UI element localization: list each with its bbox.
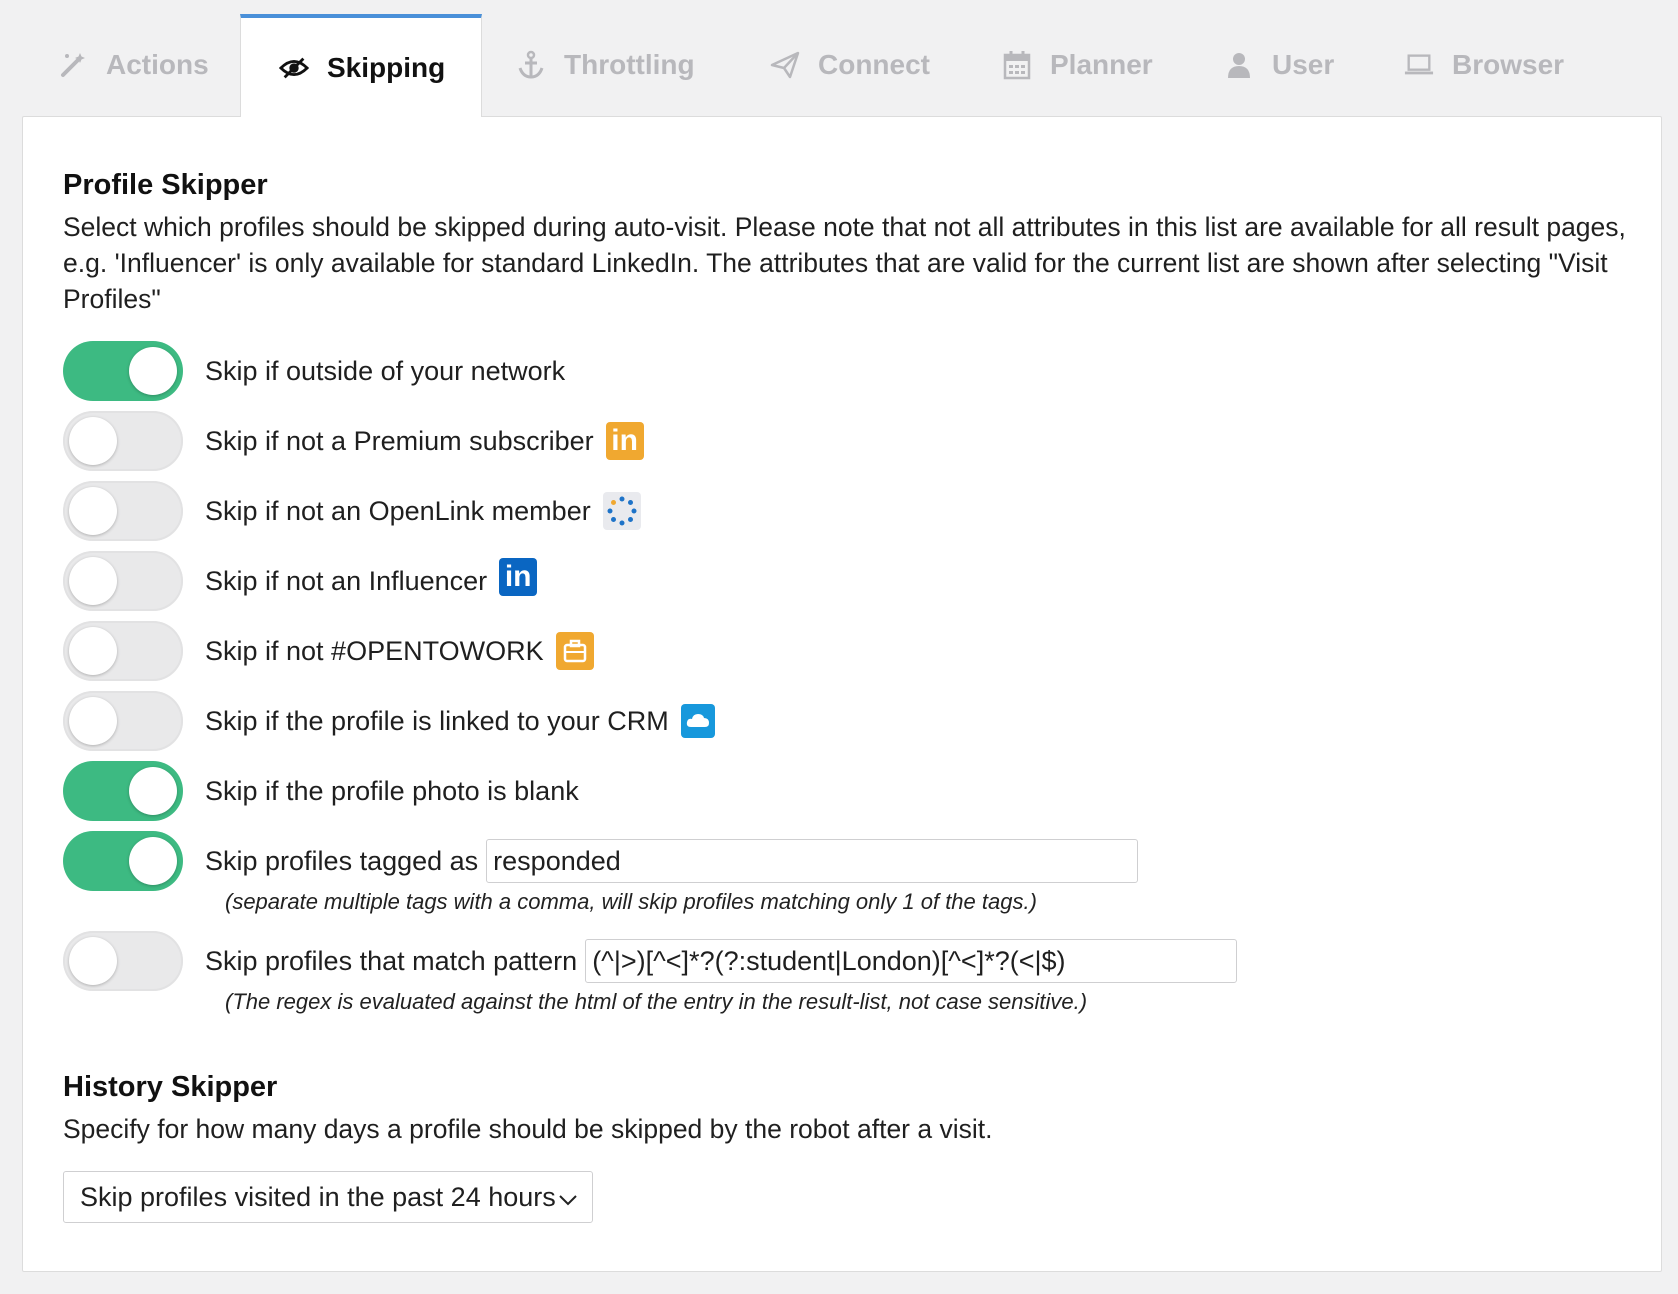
- toggle-knob: [69, 627, 117, 675]
- skip-not-premium-row: Skip if not a Premium subscriber in: [63, 411, 644, 471]
- skip-blank-photo-toggle[interactable]: [63, 761, 183, 821]
- history-skipper-description: Specify for how many days a profile shou…: [63, 1114, 993, 1144]
- tab-label: Connect: [818, 49, 930, 80]
- option-label: Skip if outside of your network: [205, 355, 566, 386]
- profile-skipper-description: Select which profiles should be skipped …: [63, 212, 1626, 314]
- tab-label: Browser: [1452, 49, 1565, 80]
- skip-not-opentowork-row: Skip if not #OPENTOWORK: [63, 621, 594, 681]
- skip-linked-crm-row: Skip if the profile is linked to your CR…: [63, 691, 715, 751]
- option-label: Skip profiles that match pattern: [205, 945, 578, 976]
- skip-tags-hint: (separate multiple tags with a comma, wi…: [225, 889, 1037, 914]
- toggle-knob: [69, 697, 117, 745]
- skip-not-influencer-toggle[interactable]: [63, 551, 183, 611]
- skip-pattern-hint: (The regex is evaluated against the html…: [225, 989, 1088, 1014]
- option-label: Skip if not a Premium subscriber: [205, 425, 594, 456]
- tab-label: Skipping: [327, 51, 446, 83]
- linkedin-influencer-icon: in: [499, 558, 538, 596]
- tab-label: Planner: [1050, 49, 1153, 80]
- option-label: Skip if not an OpenLink member: [205, 495, 591, 526]
- option-label: Skip if not #OPENTOWORK: [205, 635, 544, 666]
- skip-not-influencer-row: Skip if not an Influencer in: [63, 551, 538, 611]
- magic-wand-icon: [58, 50, 88, 80]
- toggle-knob: [129, 347, 177, 395]
- tab-planner[interactable]: Planner: [1002, 14, 1153, 116]
- tab-skipping[interactable]: Skipping: [240, 14, 483, 117]
- option-label: Skip if the profile photo is blank: [205, 775, 579, 806]
- tab-bar: Actions Skipping Throttling Connect Plan…: [0, 0, 1678, 117]
- opentowork-icon: [555, 632, 594, 670]
- tab-user[interactable]: User: [1224, 14, 1334, 116]
- skipping-panel: Profile Skipper Select which profiles sh…: [22, 116, 1662, 1272]
- skip-tagged-toggle[interactable]: [63, 831, 183, 891]
- toggle-knob: [129, 837, 177, 885]
- toggle-knob: [69, 937, 117, 985]
- premium-badge-text: in: [611, 424, 638, 457]
- skip-outside-network-toggle[interactable]: [63, 341, 183, 401]
- calendar-icon: [1002, 50, 1032, 80]
- chevron-down-icon: [558, 1182, 578, 1213]
- anchor-icon: [516, 50, 546, 80]
- skip-not-openlink-row: Skip if not an OpenLink member: [63, 481, 641, 541]
- option-label: Skip if not an Influencer: [205, 565, 488, 596]
- skip-not-opentowork-toggle[interactable]: [63, 621, 183, 681]
- eye-slash-icon: [279, 53, 309, 83]
- history-skip-select[interactable]: Skip profiles visited in the past 24 hou…: [63, 1171, 593, 1223]
- skip-pattern-row: Skip profiles that match pattern: [63, 931, 1238, 991]
- laptop-icon: [1404, 50, 1434, 80]
- skip-tagged-row: Skip profiles tagged as: [63, 831, 1139, 891]
- option-label: Skip if the profile is linked to your CR…: [205, 705, 669, 736]
- option-label: Skip profiles tagged as: [205, 845, 479, 876]
- tab-connect[interactable]: Connect: [770, 14, 930, 116]
- profile-skipper-title: Profile Skipper: [63, 169, 268, 201]
- history-skip-selected: Skip profiles visited in the past 24 hou…: [80, 1181, 556, 1212]
- toggle-knob: [69, 487, 117, 535]
- skip-pattern-input[interactable]: [585, 939, 1238, 983]
- paper-plane-icon: [770, 50, 800, 80]
- history-skipper-title: History Skipper: [63, 1071, 278, 1103]
- skip-blank-photo-row: Skip if the profile photo is blank: [63, 761, 579, 821]
- tab-label: User: [1272, 49, 1335, 80]
- premium-linkedin-icon: in: [605, 422, 644, 460]
- skip-linked-crm-toggle[interactable]: [63, 691, 183, 751]
- skip-outside-network-row: Skip if outside of your network: [63, 341, 565, 401]
- tab-label: Actions: [106, 49, 209, 80]
- skip-not-premium-toggle[interactable]: [63, 411, 183, 471]
- user-icon: [1224, 50, 1254, 80]
- toggle-knob: [69, 557, 117, 605]
- toggle-knob: [129, 767, 177, 815]
- influencer-badge-text: in: [504, 560, 532, 593]
- openlink-icon: [602, 492, 641, 530]
- skip-tags-input[interactable]: [486, 839, 1139, 883]
- tab-label: Throttling: [564, 49, 695, 80]
- toggle-knob: [69, 417, 117, 465]
- tab-actions[interactable]: Actions: [58, 14, 209, 116]
- skip-not-openlink-toggle[interactable]: [63, 481, 183, 541]
- skip-pattern-toggle[interactable]: [63, 931, 183, 991]
- crm-cloud-icon: [680, 704, 715, 738]
- tab-throttling[interactable]: Throttling: [516, 14, 695, 116]
- tab-browser[interactable]: Browser: [1404, 14, 1564, 116]
